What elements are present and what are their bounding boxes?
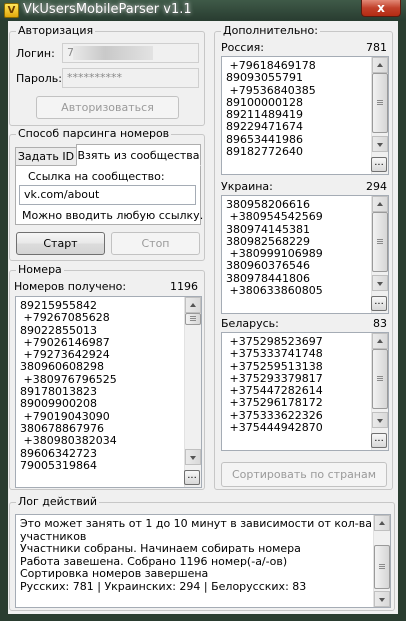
start-button[interactable]: Старт: [16, 232, 105, 255]
ukraine-more-button[interactable]: ...: [371, 296, 387, 311]
log-line: Это может занять от 1 до 10 минут в зави…: [20, 517, 372, 530]
ukraine-label: Украина:: [221, 180, 273, 193]
parse-method-group: Способ парсинга номеров Задать ID Взять …: [9, 127, 205, 261]
tab-from-community[interactable]: Взять из сообщества: [76, 144, 201, 166]
numbers-list[interactable]: 89215955842 +79267085628 89022855013 +790…: [15, 296, 202, 488]
log-scrollbar[interactable]: [373, 515, 390, 607]
belarus-label: Беларусь:: [221, 317, 279, 330]
russia-more-button[interactable]: ...: [371, 157, 387, 172]
password-field[interactable]: **********: [62, 68, 199, 88]
log-group-title: Лог действий: [16, 495, 100, 509]
belarus-number-item: +375296178172: [226, 396, 323, 410]
belarus-list-items: +375298523697 +375333741748 +37525951313…: [226, 335, 323, 435]
app-icon: V: [4, 3, 19, 18]
scroll-down-arrow-icon[interactable]: [372, 136, 388, 152]
scroll-thumb[interactable]: [374, 545, 390, 589]
scroll-down-arrow-icon[interactable]: [374, 591, 390, 607]
numbers-group-title: Номера: [16, 263, 64, 277]
tab-page-community: Ссылка на сообщество: vk.com/about Можно…: [15, 165, 204, 225]
belarus-number-item: +375333741748: [226, 347, 323, 361]
extra-group-title: Дополнительно:: [221, 24, 320, 38]
numbers-more-button[interactable]: ...: [184, 470, 200, 485]
numbers-received-label: Номеров получено:: [14, 280, 127, 293]
number-item: +79267085628: [20, 311, 110, 325]
belarus-number-item: +375444942870: [226, 421, 323, 435]
ukraine-list[interactable]: 380958206616 +380954542569 380974145381 38…: [221, 195, 389, 314]
parse-method-group-title: Способ парсинга номеров: [16, 127, 172, 141]
scroll-thumb[interactable]: [185, 313, 201, 325]
log-textbox[interactable]: Это может занять от 1 до 10 минут в зави…: [15, 514, 391, 608]
login-field[interactable]: 7: [62, 43, 199, 63]
russia-list-items: +79618469178 89093055791 +79536840385 8910…: [226, 59, 316, 159]
scroll-up-arrow-icon[interactable]: [372, 57, 388, 73]
scroll-up-arrow-icon[interactable]: [372, 196, 388, 212]
community-link-hint: Можно вводить любую ссылку.: [22, 209, 204, 222]
log-group: Лог действий Это может занять от 1 до 10…: [9, 495, 395, 611]
auth-group: Авторизация Логин: 7 Пароль: ********** …: [9, 24, 205, 126]
title-bar: V VkUsersMobileParser v1.1 x: [0, 0, 406, 21]
ukraine-number-item: +380954542569: [226, 210, 323, 224]
extra-group: Дополнительно: Россия: 781 +79618469178 8…: [214, 24, 393, 490]
belarus-list[interactable]: +375298523697 +375333741748 +37525951313…: [221, 332, 389, 451]
russia-label: Россия:: [221, 41, 264, 54]
russia-number-item: 89229471674: [226, 120, 303, 134]
scroll-thumb[interactable]: [372, 212, 388, 272]
numbers-received-count: 1196: [170, 280, 198, 293]
login-label: Логин:: [16, 47, 55, 60]
scroll-up-arrow-icon[interactable]: [372, 333, 388, 349]
stop-button[interactable]: Стоп: [111, 232, 200, 255]
scroll-down-arrow-icon[interactable]: [372, 412, 388, 428]
window-title: VkUsersMobileParser v1.1: [23, 2, 192, 17]
russia-list[interactable]: +79618469178 89093055791 +79536840385 8910…: [221, 56, 389, 175]
russia-count: 781: [366, 41, 387, 54]
numbers-list-items: 89215955842 +79267085628 89022855013 +790…: [20, 299, 117, 472]
sort-by-country-button[interactable]: Сортировать по странам: [221, 462, 387, 487]
tab-set-id[interactable]: Задать ID: [15, 147, 77, 166]
number-item: 89009900208: [20, 397, 97, 411]
ukraine-number-item: +380633860805: [226, 284, 323, 298]
russia-number-item: 89093055791: [226, 71, 303, 85]
number-item: 89606342723: [20, 446, 97, 460]
numbers-group: Номера Номеров получено: 1196 8921595584…: [9, 263, 205, 490]
number-item: 79005319864: [20, 458, 97, 472]
community-link-input[interactable]: vk.com/about: [19, 185, 196, 205]
log-line: Участники собраны. Начинаем собирать ном…: [20, 542, 301, 556]
scroll-thumb[interactable]: [372, 349, 388, 409]
russia-number-item: 89182772640: [226, 145, 303, 159]
authorize-button[interactable]: Авторизоваться: [36, 96, 179, 119]
main-window: Авторизация Логин: 7 Пароль: ********** …: [8, 21, 398, 614]
login-redaction: [73, 46, 153, 60]
number-item: +380980382034: [20, 434, 117, 448]
number-item: 380960608298: [20, 360, 104, 374]
belarus-more-button[interactable]: ...: [371, 433, 387, 448]
scroll-down-arrow-icon[interactable]: [372, 275, 388, 291]
log-lines: Это может занять от 1 до 10 минут в зави…: [20, 517, 372, 594]
community-link-label: Ссылка на сообщество:: [28, 170, 165, 183]
ukraine-count: 294: [366, 180, 387, 193]
belarus-count: 83: [373, 317, 387, 330]
log-line: Русских: 781 | Украинских: 294 | Белорус…: [20, 579, 307, 593]
scroll-thumb[interactable]: [372, 73, 388, 133]
scroll-up-arrow-icon[interactable]: [185, 297, 201, 313]
auth-group-title: Авторизация: [16, 24, 96, 38]
scroll-down-arrow-icon[interactable]: [185, 449, 201, 465]
numbers-scrollbar[interactable]: [184, 297, 201, 487]
ukraine-list-items: 380958206616 +380954542569 380974145381 38…: [226, 198, 323, 298]
scroll-up-arrow-icon[interactable]: [374, 515, 390, 531]
password-label: Пароль:: [16, 72, 62, 85]
ukraine-number-item: 380960376546: [226, 259, 310, 273]
close-button[interactable]: x: [361, 0, 401, 17]
